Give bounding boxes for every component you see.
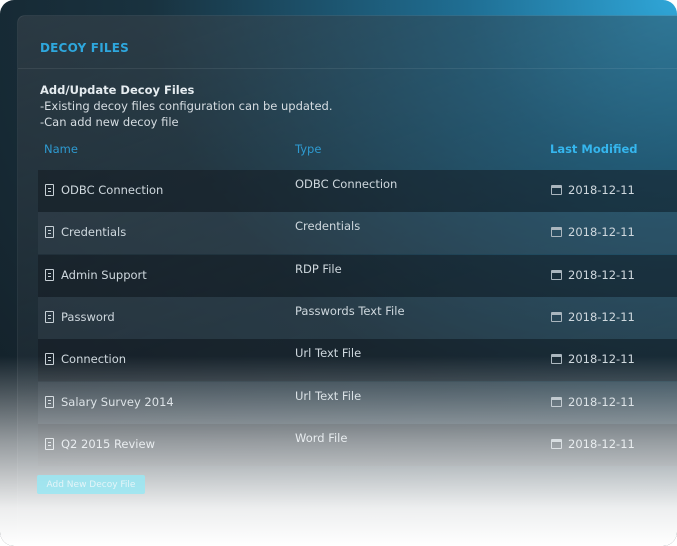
row-name-cell[interactable]: ODBC Connection bbox=[45, 183, 163, 197]
row-modified-cell: 2018-12-11 bbox=[551, 352, 635, 366]
row-modified-text: 2018-12-11 bbox=[568, 267, 635, 282]
row-name-cell[interactable]: Connection bbox=[45, 352, 126, 366]
add-new-decoy-file-button[interactable]: Add New Decoy File bbox=[37, 475, 145, 494]
calendar-icon bbox=[551, 185, 562, 195]
row-name-text: Credentials bbox=[61, 225, 127, 240]
row-modified-cell: 2018-12-11 bbox=[551, 225, 635, 239]
row-type-cell: Credentials bbox=[295, 219, 361, 234]
row-name-cell[interactable]: Admin Support bbox=[45, 268, 147, 282]
intro-line-2: -Can add new decoy file bbox=[40, 115, 179, 129]
intro-heading: Add/Update Decoy Files bbox=[40, 83, 195, 97]
row-name-text: Salary Survey 2014 bbox=[61, 394, 174, 409]
row-modified-cell: 2018-12-11 bbox=[551, 395, 635, 409]
column-header-last-modified[interactable]: Last Modified bbox=[550, 142, 638, 156]
row-name-text: Admin Support bbox=[61, 267, 147, 282]
row-modified-text: 2018-12-11 bbox=[568, 183, 635, 197]
calendar-icon bbox=[551, 269, 562, 280]
row-modified-cell: 2018-12-11 bbox=[551, 310, 635, 324]
table-row[interactable]: Admin Support RDP File 2018-12-11 bbox=[38, 254, 677, 297]
row-name-text: ODBC Connection bbox=[61, 183, 164, 197]
column-header-name[interactable]: Name bbox=[44, 142, 78, 156]
row-type-cell: Word File bbox=[295, 430, 348, 445]
section-title: DECOY FILES bbox=[40, 41, 129, 55]
row-modified-text: 2018-12-11 bbox=[568, 394, 635, 409]
title-divider bbox=[18, 68, 677, 69]
row-modified-text: 2018-12-11 bbox=[568, 352, 635, 367]
row-name-text: Connection bbox=[61, 352, 127, 367]
row-modified-text: 2018-12-11 bbox=[568, 436, 635, 451]
row-type-cell: RDP File bbox=[295, 261, 342, 276]
row-name-cell[interactable]: Q2 2015 Review bbox=[45, 437, 155, 451]
row-name-text: Q2 2015 Review bbox=[61, 436, 155, 451]
document-icon bbox=[45, 268, 54, 281]
row-modified-text: 2018-12-11 bbox=[568, 309, 635, 324]
table-row[interactable]: Credentials Credentials 2018-12-11 bbox=[38, 212, 677, 255]
row-modified-cell: 2018-12-11 bbox=[551, 268, 635, 282]
row-name-cell[interactable]: Salary Survey 2014 bbox=[45, 395, 174, 409]
document-icon bbox=[45, 226, 54, 239]
table-row[interactable]: Salary Survey 2014 Url Text File 2018-12-1… bbox=[38, 381, 677, 424]
table-row[interactable]: Q2 2015 Review Word File 2018-12-11 bbox=[38, 423, 677, 466]
calendar-icon bbox=[551, 396, 562, 407]
row-type-cell: ODBC Connection bbox=[295, 177, 398, 191]
row-type-cell: Passwords Text File bbox=[295, 303, 405, 318]
row-name-cell[interactable]: Password bbox=[45, 310, 115, 324]
column-header-type[interactable]: Type bbox=[295, 142, 321, 156]
row-type-cell: Url Text File bbox=[295, 346, 362, 361]
table-row[interactable]: Password Passwords Text File 2018-12-11 bbox=[38, 296, 677, 339]
calendar-icon bbox=[551, 438, 562, 449]
document-icon bbox=[45, 310, 54, 323]
decoy-files-panel: DECOY FILES Add/Update Decoy Files -Exis… bbox=[17, 15, 677, 546]
table-row[interactable]: ODBC Connection ODBC Connection 2018-12-11 bbox=[38, 170, 677, 212]
row-modified-text: 2018-12-11 bbox=[568, 225, 635, 240]
intro-line-1: -Existing decoy files configuration can … bbox=[40, 99, 333, 113]
document-icon bbox=[45, 437, 54, 450]
document-icon bbox=[45, 395, 54, 408]
row-modified-cell: 2018-12-11 bbox=[551, 437, 635, 451]
table-row[interactable]: Connection Url Text File 2018-12-11 bbox=[38, 339, 677, 382]
calendar-icon bbox=[551, 354, 562, 365]
document-icon bbox=[45, 184, 54, 196]
row-modified-cell: 2018-12-11 bbox=[551, 183, 635, 197]
row-name-cell[interactable]: Credentials bbox=[45, 225, 126, 239]
row-type-cell: Url Text File bbox=[295, 388, 362, 403]
intro-block: Add/Update Decoy Files -Existing decoy f… bbox=[40, 82, 332, 130]
app-window: DECOY FILES Add/Update Decoy Files -Exis… bbox=[0, 0, 677, 546]
row-name-text: Password bbox=[61, 309, 115, 324]
calendar-icon bbox=[551, 311, 562, 322]
document-icon bbox=[45, 353, 54, 366]
calendar-icon bbox=[551, 227, 562, 238]
